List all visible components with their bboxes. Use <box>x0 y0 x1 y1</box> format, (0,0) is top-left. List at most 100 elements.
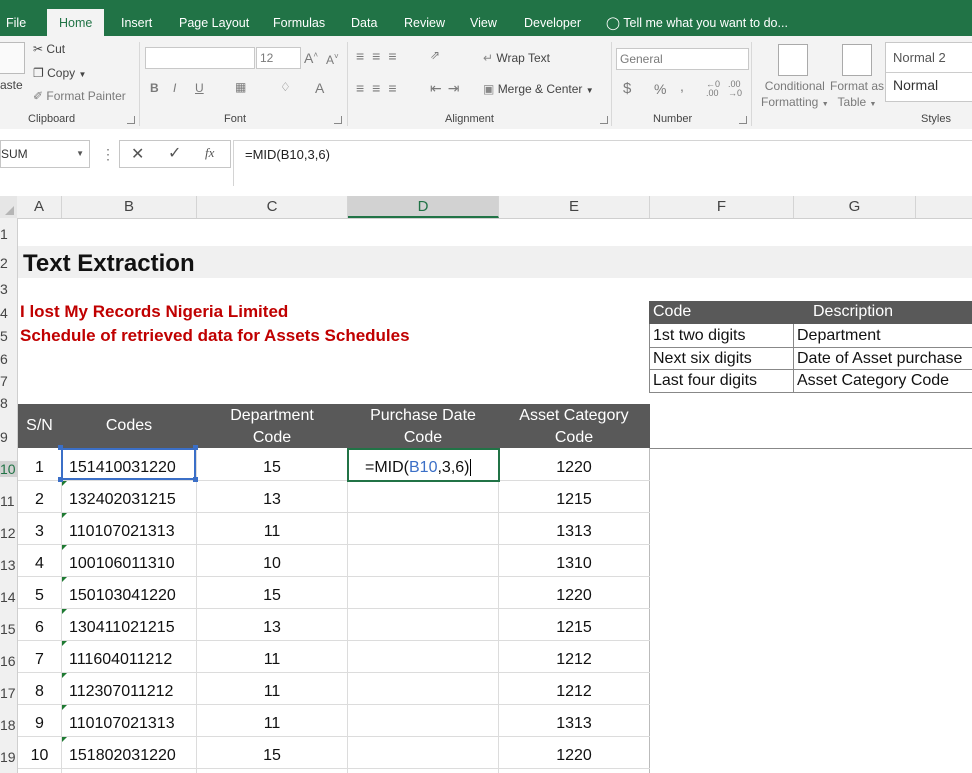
row-header-5[interactable]: 5 <box>0 328 17 344</box>
style-normal[interactable]: Normal <box>893 77 938 93</box>
format-painter-button[interactable]: ✐ Format Painter <box>33 89 126 103</box>
conditional-formatting-icon[interactable] <box>778 44 808 76</box>
cell-sn[interactable]: 1 <box>18 459 61 477</box>
cell-sn[interactable]: 9 <box>18 715 61 733</box>
row-header-10[interactable]: 10 <box>0 461 17 477</box>
editing-formula[interactable]: =MID(B10,3,6) <box>365 459 472 477</box>
cancel-icon[interactable]: ✕ <box>131 144 144 164</box>
row-header-13[interactable]: 13 <box>0 557 17 573</box>
cell-department[interactable]: 15 <box>197 747 347 765</box>
font-launcher-icon[interactable] <box>334 116 342 124</box>
row-header-4[interactable]: 4 <box>0 305 17 321</box>
legend-code-1[interactable]: 1st two digits <box>653 327 745 345</box>
tab-view[interactable]: View <box>468 0 499 36</box>
alignment-launcher-icon[interactable] <box>600 116 608 124</box>
insert-function-icon[interactable]: fx <box>205 145 214 161</box>
tab-file[interactable]: File <box>4 0 28 36</box>
cell-asset-category[interactable]: 1215 <box>499 619 649 637</box>
column-header-a[interactable]: A <box>17 196 62 218</box>
cell-code[interactable]: 150103041220 <box>69 587 176 605</box>
row-header-16[interactable]: 16 <box>0 653 17 669</box>
cell-asset-category[interactable]: 1220 <box>499 747 649 765</box>
row-header-15[interactable]: 15 <box>0 621 17 637</box>
legend-desc-2[interactable]: Date of Asset purchase <box>797 350 962 368</box>
legend-code-2[interactable]: Next six digits <box>653 350 752 368</box>
reference-handle[interactable] <box>193 477 198 482</box>
reference-handle[interactable] <box>193 445 198 450</box>
legend-code-header[interactable]: Code <box>653 303 691 321</box>
chevron-down-icon[interactable]: ▼ <box>76 141 84 167</box>
legend-code-3[interactable]: Last four digits <box>653 372 757 390</box>
tell-me-box[interactable]: ◯ Tell me what you want to do... <box>604 0 790 36</box>
cell-department[interactable]: 11 <box>197 651 347 669</box>
legend-desc-3[interactable]: Asset Category Code <box>797 372 949 390</box>
cell-sn[interactable]: 2 <box>18 491 61 509</box>
cell-sn[interactable]: 5 <box>18 587 61 605</box>
font-name-dropdown[interactable] <box>145 47 255 69</box>
cell-department[interactable]: 11 <box>197 523 347 541</box>
cell-code[interactable]: 100106011310 <box>69 555 175 573</box>
cell-department[interactable]: 10 <box>197 555 347 573</box>
tab-formulas[interactable]: Formulas <box>271 0 327 36</box>
row-header-2[interactable]: 2 <box>0 255 17 271</box>
header-department-code[interactable]: Department Code <box>197 405 347 449</box>
cell-department[interactable]: 15 <box>197 459 347 477</box>
tab-review[interactable]: Review <box>402 0 447 36</box>
header-asset-category-code[interactable]: Asset Category Code <box>499 405 649 449</box>
column-header-e[interactable]: E <box>499 196 650 218</box>
underline-button[interactable]: U <box>195 81 204 95</box>
header-codes[interactable]: Codes <box>62 415 196 437</box>
increase-font-icon[interactable]: A˄ <box>304 50 318 66</box>
copy-button[interactable]: ❐ Copy ▼ <box>33 66 86 80</box>
legend-desc-1[interactable]: Department <box>797 327 881 345</box>
cell-sn[interactable]: 4 <box>18 555 61 573</box>
orientation-icon[interactable]: ⇗ <box>430 48 440 62</box>
cell-code[interactable]: 132402031215 <box>69 491 176 509</box>
paste-icon[interactable] <box>0 42 25 74</box>
cell-department[interactable]: 13 <box>197 491 347 509</box>
decrease-decimal-icon[interactable]: .00 →0 <box>728 80 742 98</box>
font-color-icon[interactable]: A <box>315 80 324 96</box>
bold-button[interactable]: B <box>150 81 159 95</box>
cell-department[interactable]: 11 <box>197 715 347 733</box>
row-header-1[interactable]: 1 <box>0 226 17 242</box>
tab-insert[interactable]: Insert <box>119 0 154 36</box>
fill-color-icon[interactable]: ♢ <box>280 80 291 94</box>
cell-code[interactable]: 130411021215 <box>69 619 175 637</box>
format-as-table-icon[interactable] <box>842 44 872 76</box>
currency-button[interactable]: $ <box>623 80 631 97</box>
cell-sn[interactable]: 10 <box>18 747 61 765</box>
number-launcher-icon[interactable] <box>739 116 747 124</box>
cell-code[interactable]: 151802031220 <box>69 747 176 765</box>
borders-icon[interactable]: ▦ <box>235 80 246 94</box>
cell-code[interactable]: 110107021313 <box>69 715 175 733</box>
chevron-down-icon[interactable]: ▼ <box>586 86 594 95</box>
cell-code[interactable]: 112307011212 <box>69 683 173 701</box>
enter-icon[interactable]: ✓ <box>168 143 181 163</box>
paste-button[interactable]: aste <box>0 78 23 92</box>
header-sn[interactable]: S/N <box>18 415 61 437</box>
cell-sn[interactable]: 3 <box>18 523 61 541</box>
row-header-3[interactable]: 3 <box>0 281 17 297</box>
column-header-d[interactable]: D <box>348 196 499 218</box>
style-normal-2[interactable]: Normal 2 <box>893 50 946 65</box>
font-size-dropdown[interactable]: 12 <box>256 47 301 69</box>
cell-asset-category[interactable]: 1220 <box>499 587 649 605</box>
cell-department[interactable]: 13 <box>197 619 347 637</box>
sheet-title[interactable]: Text Extraction <box>23 250 195 278</box>
tab-developer[interactable]: Developer <box>522 0 583 36</box>
name-box[interactable]: SUM ▼ <box>0 140 90 168</box>
select-all-button[interactable] <box>0 196 17 218</box>
cell-asset-category[interactable]: 1212 <box>499 683 649 701</box>
row-header-12[interactable]: 12 <box>0 525 17 541</box>
row-header-6[interactable]: 6 <box>0 351 17 367</box>
cell-sn[interactable]: 7 <box>18 651 61 669</box>
cut-button[interactable]: ✂ Cut <box>33 42 65 56</box>
column-header-f[interactable]: F <box>650 196 794 218</box>
horizontal-align-icons[interactable]: ≡≡≡ <box>356 80 405 96</box>
cell-asset-category[interactable]: 1212 <box>499 651 649 669</box>
comma-button[interactable]: , <box>680 78 684 94</box>
merge-center-button[interactable]: ▣ Merge & Center ▼ <box>483 82 594 96</box>
wrap-text-button[interactable]: ↵ Wrap Text <box>483 51 550 65</box>
increase-decimal-icon[interactable]: ←0.00 <box>706 80 720 98</box>
